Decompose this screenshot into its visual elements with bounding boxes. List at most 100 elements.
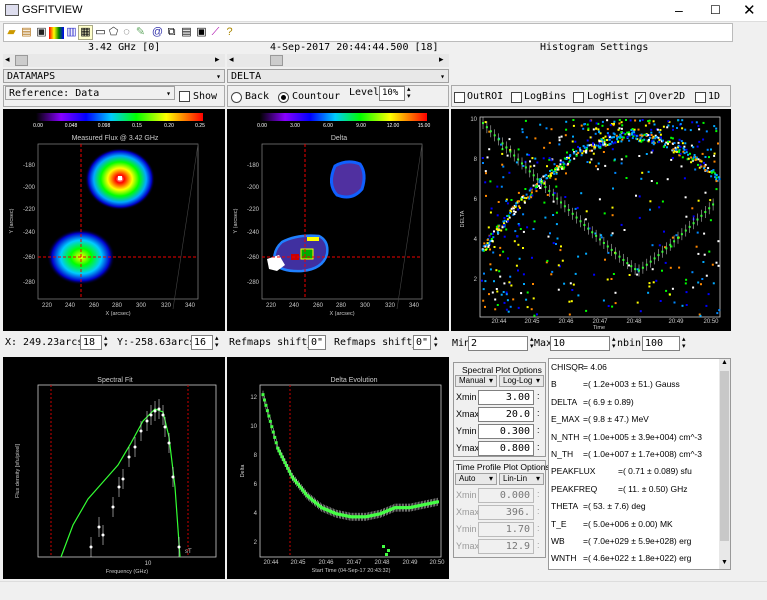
histogram-cell	[539, 187, 542, 189]
histogram-cell	[641, 139, 644, 142]
histogram-cell	[517, 191, 520, 194]
show-checkbox[interactable]	[179, 90, 190, 102]
spectral-fit-panel[interactable]: Spectral Fit 10 sT Frequency (GHz) Flux …	[3, 357, 225, 579]
spinner-icon[interactable]: :	[537, 442, 540, 452]
histogram-panel[interactable]: 10 8 6 4 2 20:44 20:45 20:46 20:47 20:48…	[451, 109, 731, 331]
multi-save-icon[interactable]: ▤	[179, 25, 194, 40]
delta-evolution-panel[interactable]: Delta Evolution 12 10 8 6 4 2 20:44 20:4…	[227, 357, 449, 579]
x-index-spinner[interactable]: ▴ ▾	[104, 335, 108, 349]
minimize-icon[interactable]: –	[675, 2, 683, 18]
slider-thumb[interactable]	[270, 55, 283, 66]
save-icon[interactable]: ▣	[34, 25, 49, 40]
over2d-checkbox[interactable]: ✓	[635, 91, 646, 103]
shift-y-input[interactable]: 0"	[413, 335, 431, 350]
time-scale-dropdown[interactable]: Lin-Lin ▾	[499, 473, 544, 485]
back-radio[interactable]	[231, 91, 242, 103]
spinner-icon[interactable]: :	[537, 523, 540, 533]
shift-spinner[interactable]: ▴ ▾	[434, 335, 438, 349]
hist-max-spinner[interactable]: ▴ ▾	[612, 336, 616, 350]
time-ymin-input[interactable]: 1.70	[478, 522, 534, 537]
at-icon[interactable]: @	[150, 25, 165, 40]
spinner-icon[interactable]: :	[537, 506, 540, 516]
scroll-thumb[interactable]	[720, 371, 729, 541]
pen-icon[interactable]: ✎	[133, 25, 148, 40]
image-icon[interactable]: ▦	[78, 25, 93, 40]
open-folder-icon[interactable]: ▰	[4, 25, 19, 40]
histogram-cell	[501, 152, 504, 155]
colortable-icon[interactable]	[49, 27, 64, 39]
time-ymax-input[interactable]: 12.9	[478, 539, 534, 554]
spec-ymax-input[interactable]: 0.800	[478, 441, 534, 456]
close-icon[interactable]: ✕	[743, 1, 756, 19]
histogram-cell	[522, 230, 525, 233]
nbins-spinner[interactable]: ▴ ▾	[682, 336, 686, 350]
contour-radio[interactable]	[278, 91, 289, 103]
fit-param-value: =( 1.2e+003 ± 51.) Gauss	[583, 379, 680, 390]
spec-xmax-input[interactable]: 20.0	[478, 407, 534, 422]
y-index-input[interactable]: 16	[191, 335, 213, 350]
flux-map-panel[interactable]: 0.00 0.048 0.098 0.15 0.20 0.25 Measured…	[3, 109, 225, 331]
histogram-cell	[699, 314, 702, 317]
fit-results-scrollbar[interactable]: ▲ ▼	[719, 359, 730, 569]
slider-right-arrow[interactable]: ▸	[439, 54, 444, 65]
import-icon[interactable]: ▤	[19, 25, 34, 40]
maximize-icon[interactable]: ☐	[710, 3, 721, 17]
histogram-cell	[512, 298, 515, 301]
spectral-mode-dropdown[interactable]: Manual ▾	[455, 375, 497, 387]
histogram-cell	[542, 157, 545, 160]
one-d-checkbox[interactable]	[695, 91, 706, 103]
histogram-cell	[570, 300, 573, 303]
spectral-scale-dropdown[interactable]: Log-Log ▾	[499, 375, 544, 387]
data-point	[167, 441, 171, 445]
data-point	[153, 409, 157, 413]
datamaps-dropdown[interactable]: DATAMAPS ▾	[3, 69, 225, 83]
delta-map-panel[interactable]: 0.00 3.00 6.00 9.00 12.00 15.00 Delta -1…	[227, 109, 449, 331]
scroll-up-arrow[interactable]: ▲	[721, 359, 728, 366]
time-slider[interactable]: ◂ ▸	[227, 54, 449, 67]
fit-param-value: =( 5.0e+006 ± 0.00) MK	[583, 518, 673, 529]
histogram-cell	[555, 172, 558, 175]
outroi-checkbox[interactable]	[454, 91, 465, 103]
slider-left-arrow[interactable]: ◂	[229, 54, 234, 65]
loghist-checkbox[interactable]	[573, 91, 584, 103]
spec-ymin-input[interactable]: 0.300	[478, 424, 534, 439]
disk-icon[interactable]: ▣	[194, 25, 209, 40]
help-icon[interactable]: ?	[222, 25, 237, 40]
time-mode-dropdown[interactable]: Auto ▾	[455, 473, 497, 485]
scroll-down-arrow[interactable]: ▼	[721, 559, 728, 566]
shift-x-input[interactable]: 0"	[308, 335, 326, 350]
histogram-cell	[671, 287, 674, 290]
histogram-cell	[636, 273, 639, 276]
spinner-icon[interactable]: :	[537, 408, 540, 418]
spinner-icon[interactable]: :	[537, 540, 540, 550]
histogram-cell	[556, 168, 559, 171]
level-input[interactable]: 10%	[379, 86, 405, 101]
copy-icon[interactable]: ⧉	[164, 25, 179, 40]
bars-icon[interactable]: ▥	[64, 25, 79, 40]
hist-min-input[interactable]: 2	[468, 336, 528, 351]
freehand-roi-icon[interactable]: ◌	[119, 25, 134, 40]
slider-left-arrow[interactable]: ◂	[5, 54, 10, 65]
histogram-cell	[550, 128, 553, 131]
x-tick: 20:50	[429, 560, 445, 566]
spinner-icon[interactable]: :	[537, 425, 540, 435]
histogram-cell	[502, 224, 505, 227]
time-xmax-input[interactable]: 396.	[478, 505, 534, 520]
slider-right-arrow[interactable]: ▸	[215, 54, 220, 65]
hist-max-input[interactable]: 10	[550, 336, 610, 351]
x-index-input[interactable]: 18	[80, 335, 102, 350]
parameter-dropdown[interactable]: DELTA ▾	[227, 69, 449, 83]
hist-min-spinner[interactable]: ▴ ▾	[530, 336, 534, 350]
reference-dropdown[interactable]: Reference: Data ▾	[5, 86, 175, 100]
nbins-input[interactable]: 100	[642, 336, 680, 351]
spinner-icon[interactable]: :	[537, 391, 540, 401]
level-spinner[interactable]: ▴ ▾	[407, 86, 411, 100]
plot-icon[interactable]: ⟋	[208, 25, 223, 40]
y-index-spinner[interactable]: ▴ ▾	[215, 335, 219, 349]
slider-thumb[interactable]	[15, 55, 28, 66]
freq-slider[interactable]: ◂ ▸	[3, 54, 225, 67]
spec-xmin-input[interactable]: 3.00	[478, 390, 534, 405]
spinner-icon[interactable]: :	[537, 489, 540, 499]
time-xmin-input[interactable]: 0.000	[478, 488, 534, 503]
logbins-checkbox[interactable]	[511, 91, 522, 103]
